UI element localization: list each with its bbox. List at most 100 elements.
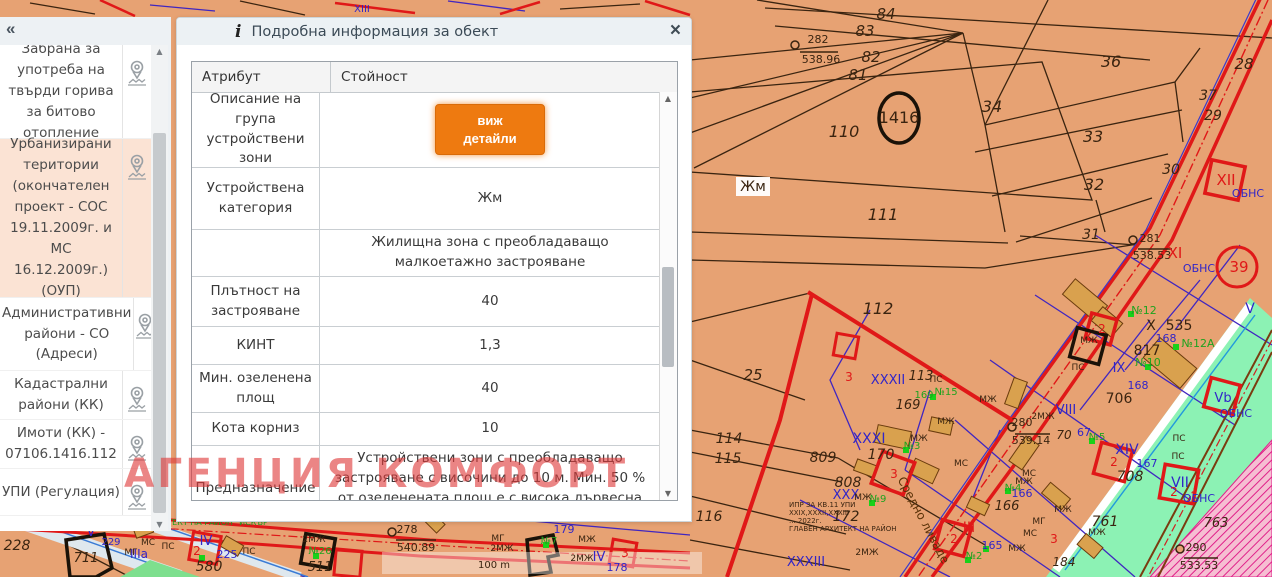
map-pin-icon[interactable] [122, 45, 151, 138]
info-icon: i [235, 22, 241, 42]
map-pin-icon[interactable] [122, 420, 151, 468]
map-label: 809 [810, 450, 837, 466]
map-label: XIV [1115, 442, 1139, 458]
table-scroll-thumb[interactable] [662, 267, 674, 367]
map-label: 25 [743, 366, 762, 384]
table-row: ПредназначениеУстройствени зони с преобл… [192, 446, 660, 500]
map-label: 2МЖ [1031, 412, 1054, 422]
sidebar-item-label: Забрана за употреба на твърди горива за … [0, 45, 122, 138]
map-label: III [963, 520, 975, 536]
map-label: V [1245, 301, 1255, 317]
sidebar-scrollbar[interactable]: ▲ ▼ [151, 45, 168, 531]
map-pin-icon[interactable] [122, 469, 151, 515]
map-label: 281 [1140, 232, 1161, 245]
map-label: МЖ [1080, 336, 1098, 346]
sidebar-collapse-button[interactable]: « [6, 19, 15, 39]
map-label: 29 [1204, 108, 1222, 124]
map-label: 82 [861, 48, 880, 66]
sidebar-item[interactable]: УПИ (Регулация) [0, 469, 151, 516]
scroll-up-icon[interactable]: ▲ [151, 47, 168, 56]
map-label: МГ [1032, 517, 1045, 527]
map-label: 28 [1234, 55, 1253, 73]
map-label: №26 [308, 546, 331, 557]
map-label: 84 [876, 5, 895, 23]
value-cell: Жилищна зона с преобладаващо малкоетажно… [320, 230, 660, 276]
view-details-button[interactable]: виж детайли [435, 104, 545, 155]
map-label: 112 [863, 299, 894, 318]
sidebar-item[interactable]: Имоти (КК) - 07106.1416.112 [0, 420, 151, 469]
map-label: №12 [1131, 304, 1156, 317]
map-label: Vb [1214, 391, 1231, 406]
map-label: ХХІХ,ХХХІІ,ХХХІІІ [789, 509, 849, 517]
map-label: 37 [1199, 88, 1217, 104]
map-label: Жм [740, 179, 766, 195]
sidebar-item-label: Административни райони - СО (Адреси) [0, 298, 133, 370]
map-label: 2 [193, 544, 201, 558]
close-icon[interactable]: × [670, 20, 681, 42]
table-row: КИНТ1,3 [192, 327, 660, 365]
map-label: 2МЖ [855, 548, 878, 558]
map-label: 31 [1082, 227, 1100, 243]
map-label: 36 [1101, 52, 1121, 71]
map-label: 34 [982, 97, 1002, 116]
map-label: 39 [1229, 258, 1248, 276]
map-label: ОБНС [1183, 262, 1215, 275]
map-label: 2МЖ [302, 535, 325, 545]
map-label: XXXII [871, 373, 905, 388]
table-scroll-up-icon[interactable]: ▲ [660, 94, 676, 103]
map-pin-icon[interactable] [122, 371, 151, 419]
map-label: 580 [196, 559, 223, 575]
map-label: №12А [1182, 337, 1215, 350]
map-label: 33 [1083, 127, 1103, 146]
map-label: 70 [1056, 428, 1072, 442]
attribute-cell: Мин. озеленена площ [192, 365, 320, 412]
map-label: 100 m [478, 560, 510, 571]
map-label: 30 [1162, 162, 1180, 178]
value-cell: 40 [320, 277, 660, 326]
info-dialog: i Подробна информация за обект × Атрибут… [176, 17, 692, 522]
value-cell: Устройствени зони с преобладаващо застро… [320, 446, 660, 500]
map-label: 83 [855, 22, 874, 40]
map-label: МЖ [578, 535, 596, 545]
map-label: 32 [1084, 175, 1104, 194]
map-label: №15 [934, 387, 957, 398]
map-label: XIII [354, 4, 370, 15]
attribute-cell: КИНТ [192, 327, 320, 364]
map-label: ОБНС [1220, 407, 1252, 420]
map-pin-icon[interactable] [122, 139, 151, 297]
map-label: 115 [715, 451, 742, 467]
value-cell: Жм [320, 168, 660, 229]
map-label: IX [1113, 361, 1126, 376]
map-label: ОБНС [1232, 187, 1264, 200]
map-label: 763 [1204, 516, 1229, 531]
map-label: 706 [1106, 391, 1133, 407]
map-label: 538.96 [802, 53, 841, 66]
map-label: 2МЖ [490, 544, 513, 554]
map-label: №9 [870, 494, 887, 505]
map-label: 1416 [879, 108, 920, 127]
scroll-down-icon[interactable]: ▼ [151, 520, 168, 529]
sidebar-scroll-thumb[interactable] [153, 133, 166, 513]
layer-list: Забрана за употреба на твърди горива за … [0, 45, 151, 531]
map-label: IV [593, 550, 606, 565]
sidebar-item[interactable]: Кадастрални райони (КК) [0, 371, 151, 420]
map-label: 2 [1098, 322, 1106, 336]
table-scroll-down-icon[interactable]: ▼ [660, 489, 676, 498]
attribute-cell: Кота корниз [192, 413, 320, 445]
sidebar-item[interactable]: Административни райони - СО (Адреси) [0, 298, 151, 371]
table-scrollbar[interactable]: ▲ ▼ [659, 92, 677, 500]
attributes-table: Атрибут Стойност Описание на група устро… [191, 61, 678, 501]
map-label: ... 2022г. [789, 517, 822, 525]
dialog-title-group: i Подробна информация за обект [235, 22, 498, 42]
map-label: 114 [716, 431, 743, 447]
map-label: МЖ [910, 434, 928, 444]
map-label: 165 [982, 539, 1003, 552]
map-label: 110 [829, 122, 860, 141]
map-label: 282 [808, 33, 829, 46]
map-pin-icon[interactable] [133, 298, 151, 370]
sidebar-item[interactable]: Урбанизирани територии (окончателен прое… [0, 139, 151, 298]
attribute-cell: Предназначение [192, 446, 320, 500]
sidebar-item[interactable]: Забрана за употреба на твърди горива за … [0, 45, 151, 139]
map-label: 116 [696, 509, 723, 525]
layers-sidebar: « Забрана за употреба на твърди горива з… [0, 17, 171, 531]
